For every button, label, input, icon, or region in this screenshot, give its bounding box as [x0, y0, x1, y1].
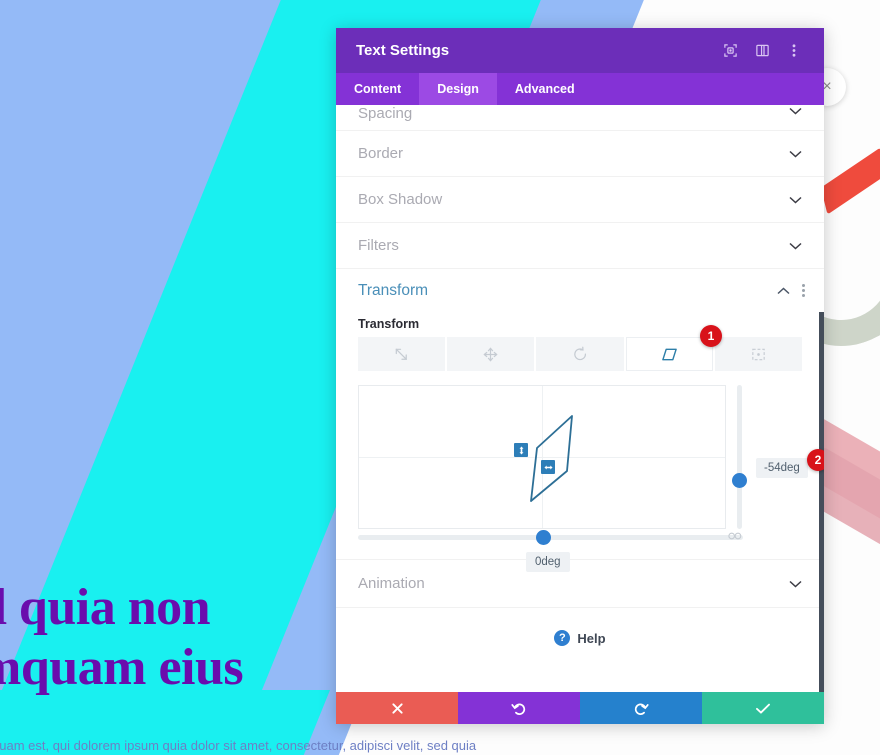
section-spacing-label: Spacing	[358, 105, 413, 122]
panel-header: Text Settings	[336, 28, 824, 73]
panel-scrollbar[interactable]	[819, 312, 824, 692]
section-border-label: Border	[358, 145, 404, 162]
text-settings-panel: Text Settings Content Design Advanced Sp…	[336, 28, 824, 724]
chevron-down-icon	[789, 578, 802, 590]
panel-header-actions	[722, 43, 810, 59]
panel-footer	[336, 692, 824, 724]
transform-tab-translate[interactable]	[447, 337, 535, 371]
section-transform-title: Transform	[358, 282, 429, 299]
section-animation[interactable]: Animation	[336, 560, 824, 608]
headline-line-2: mquam eius	[0, 639, 244, 696]
tab-advanced[interactable]: Advanced	[497, 73, 593, 105]
section-border[interactable]: Border	[336, 131, 824, 177]
tab-design[interactable]: Design	[419, 73, 497, 105]
help-label: Help	[577, 630, 606, 646]
section-spacing[interactable]: Spacing	[336, 105, 824, 131]
skew-shape-preview	[530, 415, 573, 502]
section-box-shadow-label: Box Shadow	[358, 191, 443, 208]
tab-content[interactable]: Content	[336, 73, 419, 105]
section-filters-label: Filters	[358, 237, 399, 254]
panel-title: Text Settings	[356, 42, 450, 59]
skew-vertical-handle[interactable]	[514, 443, 528, 457]
cancel-button[interactable]	[336, 692, 458, 724]
callout-badge-1: 1	[700, 325, 722, 347]
transform-tab-rotate[interactable]	[536, 337, 624, 371]
transform-field-label: Transform	[358, 317, 420, 331]
headline-line-1: d quia non	[0, 579, 211, 636]
page-headline: d quia non mquam eius	[0, 578, 244, 698]
skew-vertical-slider[interactable]	[732, 385, 747, 529]
skew-vertical-value: -54deg	[756, 458, 808, 478]
transform-tab-origin[interactable]	[714, 337, 803, 371]
focus-target-icon[interactable]	[722, 43, 738, 59]
chevron-down-icon	[789, 194, 802, 206]
section-transform-header[interactable]: Transform	[336, 269, 824, 313]
section-transform: Transform Transform 1 -54deg 2 0deg	[336, 269, 824, 572]
section-filters[interactable]: Filters	[336, 223, 824, 269]
skew-vertical-slider-knob[interactable]	[732, 473, 747, 488]
skew-preview-canvas[interactable]	[358, 385, 726, 529]
help-icon: ?	[554, 630, 571, 646]
panel-body: Spacing Border Box Shadow Filters Transf…	[336, 105, 824, 692]
chevron-down-icon	[789, 148, 802, 160]
skew-horizontal-value: 0deg	[526, 552, 570, 572]
skew-horizontal-handle[interactable]	[541, 460, 555, 474]
skew-horizontal-slider-knob[interactable]	[536, 530, 551, 545]
section-box-shadow[interactable]: Box Shadow	[336, 177, 824, 223]
kebab-menu-icon[interactable]	[786, 43, 802, 59]
save-button[interactable]	[702, 692, 824, 724]
panel-tab-bar: Content Design Advanced	[336, 73, 824, 105]
chevron-down-icon	[789, 105, 802, 117]
chevron-up-icon[interactable]	[777, 285, 790, 297]
page-subheadline: quam est, qui dolorem ipsum quia dolor s…	[0, 738, 477, 753]
undo-button[interactable]	[458, 692, 580, 724]
transform-kebab-menu-icon[interactable]	[802, 283, 806, 299]
layout-columns-icon[interactable]	[754, 43, 770, 59]
transform-tab-scale[interactable]	[358, 337, 446, 371]
transform-mode-tabs: 1	[358, 325, 803, 371]
redo-button[interactable]	[580, 692, 702, 724]
transform-tab-skew[interactable]	[625, 337, 713, 371]
skew-preview-area: -54deg 2 0deg	[358, 385, 824, 572]
section-animation-label: Animation	[358, 575, 425, 592]
page-root: d quia non mquam eius quam est, qui dolo…	[0, 0, 880, 755]
help-row[interactable]: ? Help	[336, 608, 824, 668]
link-values-icon[interactable]	[728, 531, 742, 543]
callout-badge-2: 2	[807, 449, 824, 471]
chevron-down-icon	[789, 240, 802, 252]
skew-horizontal-slider[interactable]	[358, 530, 743, 545]
